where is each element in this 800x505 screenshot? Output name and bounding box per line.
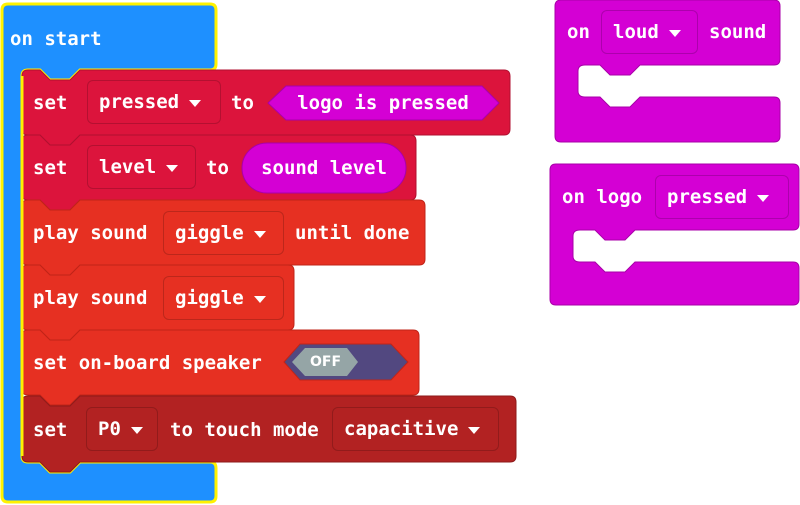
play-sound-label: play sound: [33, 222, 148, 244]
to-touch-mode-label: to touch mode: [170, 419, 319, 441]
sound-label: sound: [709, 21, 767, 43]
dropdown-value: level: [99, 156, 157, 178]
set-label: set: [33, 157, 68, 179]
set-label: set: [33, 419, 68, 441]
chevron-down-icon: [253, 230, 266, 238]
sound-level-dropdown[interactable]: loud: [601, 10, 698, 54]
variable-dropdown-pressed[interactable]: pressed: [87, 80, 221, 124]
on-start-label: on start: [10, 28, 102, 50]
variable-dropdown-level[interactable]: level: [87, 145, 196, 189]
chevron-down-icon: [130, 426, 143, 434]
chevron-down-icon: [757, 194, 770, 202]
dropdown-value: pressed: [667, 186, 748, 208]
to-label: to: [231, 92, 254, 114]
dropdown-value: giggle: [175, 222, 244, 244]
dropdown-value: capacitive: [344, 418, 459, 440]
chevron-down-icon: [668, 29, 681, 37]
chevron-down-icon: [189, 99, 202, 107]
on-logo-label: on logo: [562, 186, 643, 208]
to-label: to: [206, 157, 229, 179]
pin-dropdown[interactable]: P0: [86, 407, 158, 451]
set-speaker-label: set on-board speaker: [33, 352, 262, 374]
dropdown-value: P0: [98, 418, 121, 440]
sound-dropdown-giggle[interactable]: giggle: [163, 276, 284, 320]
touch-mode-dropdown[interactable]: capacitive: [332, 407, 499, 451]
speaker-toggle-value: OFF: [310, 354, 342, 370]
chevron-down-icon: [468, 426, 481, 434]
set-label: set: [33, 92, 68, 114]
dropdown-value: loud: [613, 21, 659, 43]
dropdown-value: pressed: [99, 91, 180, 113]
chevron-down-icon: [166, 164, 179, 172]
chevron-down-icon: [253, 295, 266, 303]
on-label: on: [567, 21, 590, 43]
dropdown-value: giggle: [175, 287, 244, 309]
until-done-label: until done: [295, 222, 410, 244]
logo-is-pressed-text: logo is pressed: [297, 92, 469, 114]
sound-level-text: sound level: [261, 157, 387, 179]
logo-event-dropdown[interactable]: pressed: [655, 175, 789, 219]
sound-dropdown-giggle[interactable]: giggle: [163, 211, 284, 255]
play-sound-label: play sound: [33, 287, 148, 309]
